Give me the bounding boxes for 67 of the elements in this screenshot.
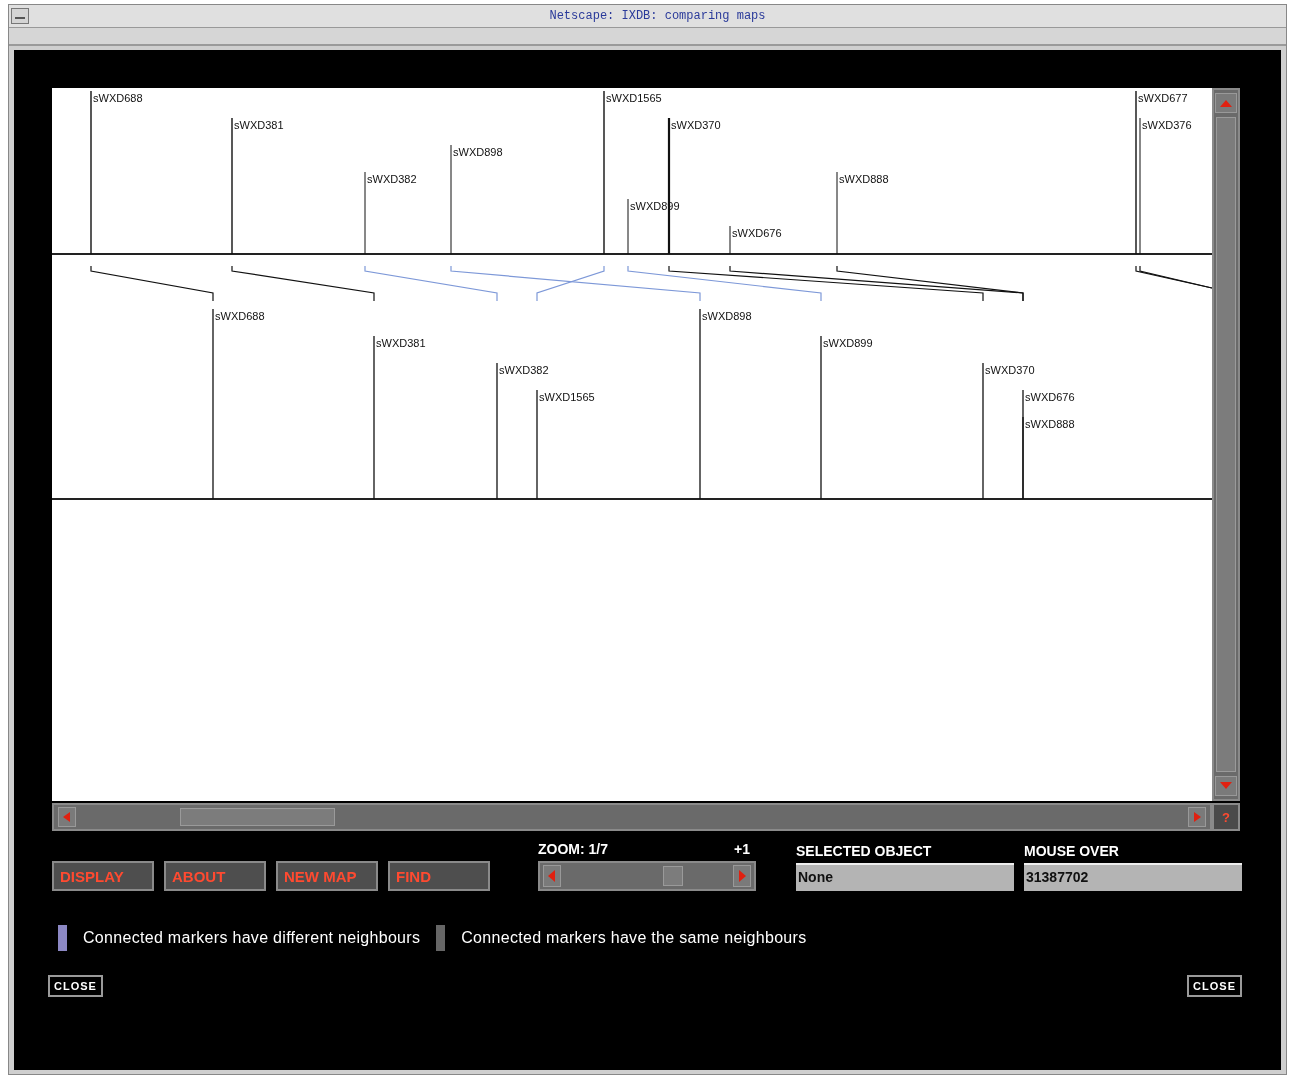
mouse-over-field[interactable]: 31387702 [1024,863,1242,891]
marker-line[interactable] [364,171,366,255]
marker-line[interactable] [450,144,452,255]
window-title: Netscape: IXDB: comparing maps [548,9,767,23]
selected-object-label: SELECTED OBJECT [796,843,933,859]
scroll-thumb[interactable] [180,808,335,826]
marker-label[interactable]: sWXD898 [453,146,503,158]
marker-line[interactable] [212,308,214,500]
marker-line[interactable] [536,389,538,500]
marker-label[interactable]: sWXD676 [732,227,782,239]
window-menu-icon[interactable] [11,8,29,24]
marker-label[interactable]: sWXD381 [234,119,284,131]
marker-label[interactable]: sWXD1565 [539,391,595,403]
up-triangle-icon [1220,99,1232,107]
marker-line[interactable] [231,117,233,255]
marker-label[interactable]: sWXD888 [839,173,889,185]
left-triangle-icon [63,812,71,822]
marker-label[interactable]: sWXD382 [499,364,549,376]
marker-label[interactable]: sWXD677 [1138,92,1188,104]
marker-label[interactable]: sWXD381 [376,337,426,349]
scroll-right-button[interactable] [1188,807,1206,827]
marker-line[interactable] [1139,117,1141,255]
marker-line[interactable] [496,362,498,500]
marker-label[interactable]: sWXD898 [702,310,752,322]
zoom-out-button[interactable] [543,865,561,887]
marker-line[interactable] [90,90,92,255]
marker-label[interactable]: sWXD888 [1025,418,1075,430]
legend-text: Connected markers have different neighbours [83,929,421,947]
down-triangle-icon [1220,782,1232,790]
marker-label[interactable]: sWXD1565 [606,92,662,104]
zoom-step-label: +1 [734,841,750,857]
zoom-slider[interactable] [538,861,756,891]
close-button[interactable]: CLOSE [1187,975,1242,997]
legend-text: Connected markers have the same neighbours [461,929,807,947]
marker-line[interactable] [729,225,731,255]
scroll-thumb[interactable] [1216,117,1236,772]
marker-line[interactable] [627,198,629,255]
scroll-up-button[interactable] [1215,93,1237,113]
marker-label[interactable]: sWXD382 [367,173,417,185]
slider-thumb[interactable] [662,866,683,886]
marker-label[interactable]: sWXD899 [823,337,873,349]
right-triangle-icon [738,870,746,882]
marker-line[interactable] [982,362,984,500]
marker-label[interactable]: sWXD688 [93,92,143,104]
scroll-down-button[interactable] [1215,776,1237,796]
marker-line[interactable] [1135,90,1137,255]
marker-line[interactable] [836,171,838,255]
marker-label[interactable]: sWXD688 [215,310,265,322]
marker-label[interactable]: sWXD370 [985,364,1035,376]
marker-label[interactable]: sWXD676 [1025,391,1075,403]
mouse-over-label: MOUSE OVER [1024,843,1120,859]
left-triangle-icon [548,870,556,882]
right-triangle-icon [1193,812,1201,822]
marker-line[interactable] [603,90,605,255]
marker-label[interactable]: sWXD376 [1142,119,1192,131]
zoom-label: ZOOM: 1/7 [538,841,608,857]
scroll-left-button[interactable] [58,807,76,827]
marker-line[interactable] [699,308,701,500]
marker-line[interactable] [373,335,375,500]
zoom-in-button[interactable] [733,865,751,887]
selected-object-field[interactable]: None [796,863,1014,891]
marker-line[interactable] [820,335,822,500]
horizontal-scrollbar[interactable] [52,803,1212,831]
vertical-scrollbar[interactable] [1212,88,1240,801]
marker-label[interactable]: sWXD370 [671,119,721,131]
close-button[interactable]: CLOSE [48,975,103,997]
marker-line[interactable] [1022,416,1024,500]
